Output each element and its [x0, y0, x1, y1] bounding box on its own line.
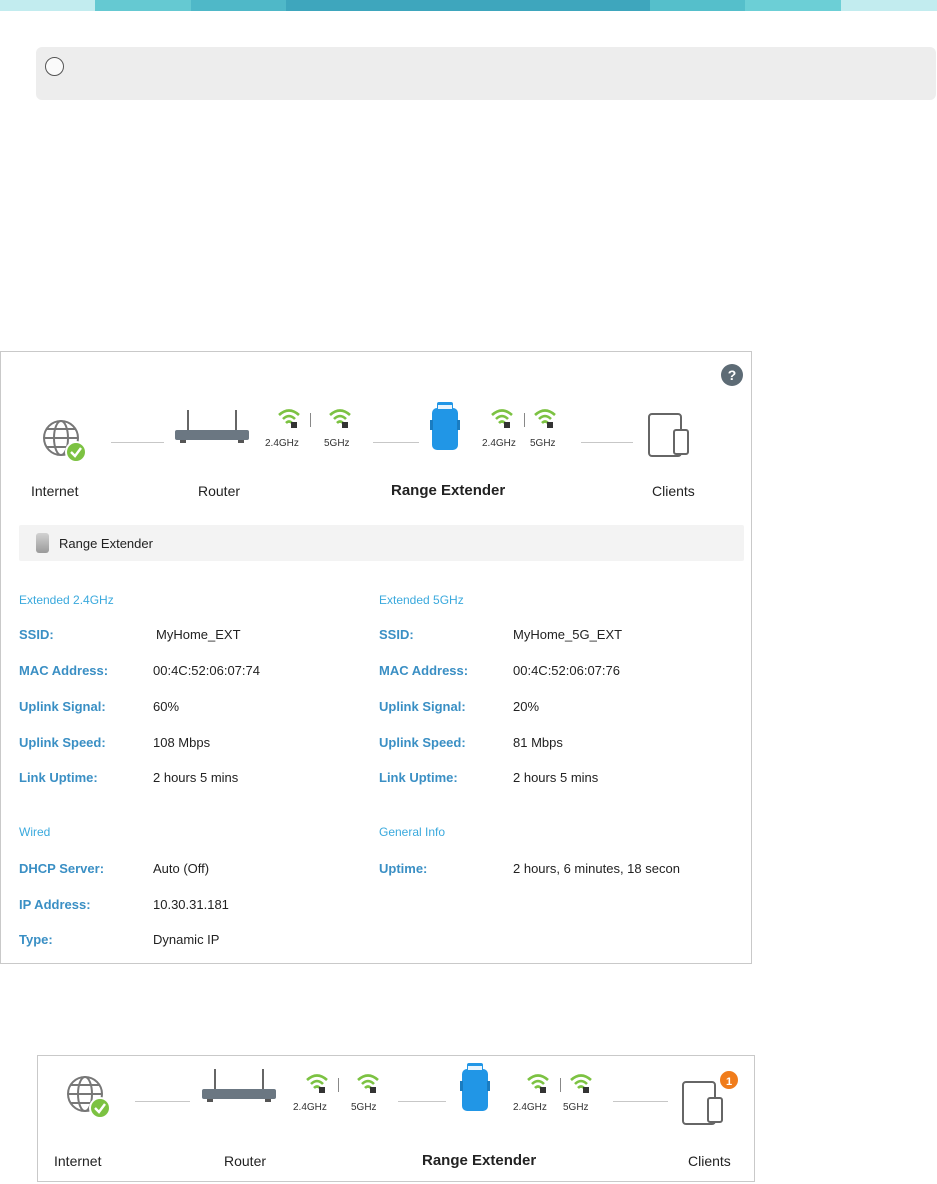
wifi-24-icon [277, 407, 301, 434]
extender-label: Range Extender [422, 1152, 537, 1169]
internet-node[interactable] [41, 418, 89, 471]
ext5-signal-key: Uplink Signal: [379, 699, 466, 714]
band-separator [560, 1078, 561, 1092]
ext5-uptime-value: 2 hours 5 mins [513, 770, 599, 785]
ext5-title: Extended 5GHz [379, 593, 464, 607]
ext5-ssid-key: SSID: [379, 627, 414, 642]
extender-wifi-24-icon [490, 407, 514, 434]
ext5-speed-key: Uplink Speed: [379, 735, 466, 750]
strip-segment [745, 0, 841, 11]
wifi-24-icon [305, 1072, 329, 1099]
extender-wifi-5-icon [569, 1072, 593, 1099]
clients-node[interactable] [647, 412, 691, 463]
top-color-strip [0, 0, 937, 11]
router-node[interactable] [174, 410, 250, 449]
ext24-ssid-key: SSID: [19, 627, 54, 642]
extender-label: Range Extender [391, 482, 506, 499]
extender-wifi-5-icon [533, 407, 557, 434]
ext24-title: Extended 2.4GHz [19, 593, 114, 607]
ext5-signal-value: 20% [513, 699, 540, 714]
internet-node[interactable] [65, 1074, 113, 1127]
clients-label: Clients [652, 483, 695, 499]
wifi-5-icon [356, 1072, 380, 1099]
router-node[interactable] [201, 1069, 277, 1108]
range-extender-small-icon [36, 533, 49, 553]
general-title: General Info [379, 825, 446, 839]
ext24-uptime-value: 2 hours 5 mins [153, 770, 239, 785]
strip-segment [191, 0, 286, 11]
note-circle-icon [45, 57, 64, 76]
band-separator [310, 413, 311, 427]
note-box [36, 47, 936, 100]
clients-count-badge: 1 [718, 1069, 740, 1091]
extender-band-24-label: 2.4GHz [482, 438, 516, 449]
ext24-mac-value: 00:4C:52:06:07:74 [153, 663, 260, 678]
ext5-uptime-key: Link Uptime: [379, 770, 458, 785]
internet-label: Internet [31, 483, 79, 499]
band-separator [338, 1078, 339, 1092]
router-band-24-label: 2.4GHz [265, 438, 299, 449]
ext24-speed-value: 108 Mbps [153, 735, 211, 750]
router-band-5-label: 5GHz [324, 438, 350, 449]
wired-ip-value: 10.30.31.181 [153, 897, 229, 912]
tablet-phone-icon [648, 413, 689, 457]
connector-line [581, 442, 633, 443]
connector-line [398, 1101, 446, 1102]
connector-line [613, 1101, 668, 1102]
network-topology: 2.4GHz 5GHz 2.4GHz 5GHz Internet Router … [1, 352, 751, 512]
globe-check-icon [67, 1076, 111, 1119]
ext5-mac-key: MAC Address: [379, 663, 469, 678]
connector-line [373, 442, 419, 443]
ext24-mac-key: MAC Address: [19, 663, 109, 678]
router-band-24-label: 2.4GHz [293, 1102, 327, 1113]
ext24-signal-key: Uplink Signal: [19, 699, 106, 714]
strip-segment [841, 0, 937, 11]
router-label: Router [224, 1153, 267, 1169]
strip-segment [286, 0, 650, 11]
band-separator [524, 413, 525, 427]
general-uptime-key: Uptime: [379, 861, 428, 876]
ext5-speed-value: 81 Mbps [513, 735, 563, 750]
strip-segment [650, 0, 745, 11]
range-extender-icon [430, 402, 460, 450]
router-label: Router [198, 483, 241, 499]
internet-label: Internet [54, 1153, 102, 1169]
connector-line [111, 442, 164, 443]
range-extender-status-panel: ? 2.4GHz 5GHz 2.4GHz 5GHz Internet Route… [0, 351, 752, 964]
router-icon [202, 1069, 276, 1102]
router-icon [175, 410, 249, 443]
wired-dhcp-value: Auto (Off) [153, 861, 210, 876]
general-uptime-value: 2 hours, 6 minutes, 18 secon [513, 861, 680, 876]
ext24-signal-value: 60% [153, 699, 180, 714]
extender-node[interactable] [459, 1063, 491, 1118]
section-header: Range Extender [19, 525, 744, 561]
clients-node[interactable] [681, 1080, 725, 1131]
wifi-5-icon [328, 407, 352, 434]
connector-line [135, 1101, 190, 1102]
router-band-5-label: 5GHz [351, 1102, 377, 1113]
wired-dhcp-key: DHCP Server: [19, 861, 105, 876]
strip-segment [95, 0, 191, 11]
extender-wifi-24-icon [526, 1072, 550, 1099]
ext24-ssid-value: MyHome_EXT [156, 627, 241, 642]
wired-title: Wired [19, 825, 51, 839]
strip-segment [0, 0, 95, 11]
ext24-speed-key: Uplink Speed: [19, 735, 106, 750]
globe-check-icon [43, 420, 87, 463]
ext5-mac-value: 00:4C:52:06:07:76 [513, 663, 620, 678]
extender-band-5-label: 5GHz [530, 438, 556, 449]
range-extender-icon [460, 1063, 490, 1111]
wired-ip-key: IP Address: [19, 897, 91, 912]
wired-type-key: Type: [19, 932, 53, 947]
wired-type-value: Dynamic IP [153, 932, 220, 947]
ext24-uptime-key: Link Uptime: [19, 770, 98, 785]
section-title: Range Extender [59, 536, 153, 551]
network-topology-bottom: 2.4GHz 5GHz 2.4GHz 5GHz 1 Internet Route… [37, 1055, 755, 1182]
extender-node[interactable] [429, 402, 461, 457]
tablet-phone-icon [682, 1081, 723, 1125]
extender-band-24-label: 2.4GHz [513, 1102, 547, 1113]
extender-band-5-label: 5GHz [563, 1102, 589, 1113]
ext5-ssid-value: MyHome_5G_EXT [513, 627, 623, 642]
clients-label: Clients [688, 1153, 731, 1169]
